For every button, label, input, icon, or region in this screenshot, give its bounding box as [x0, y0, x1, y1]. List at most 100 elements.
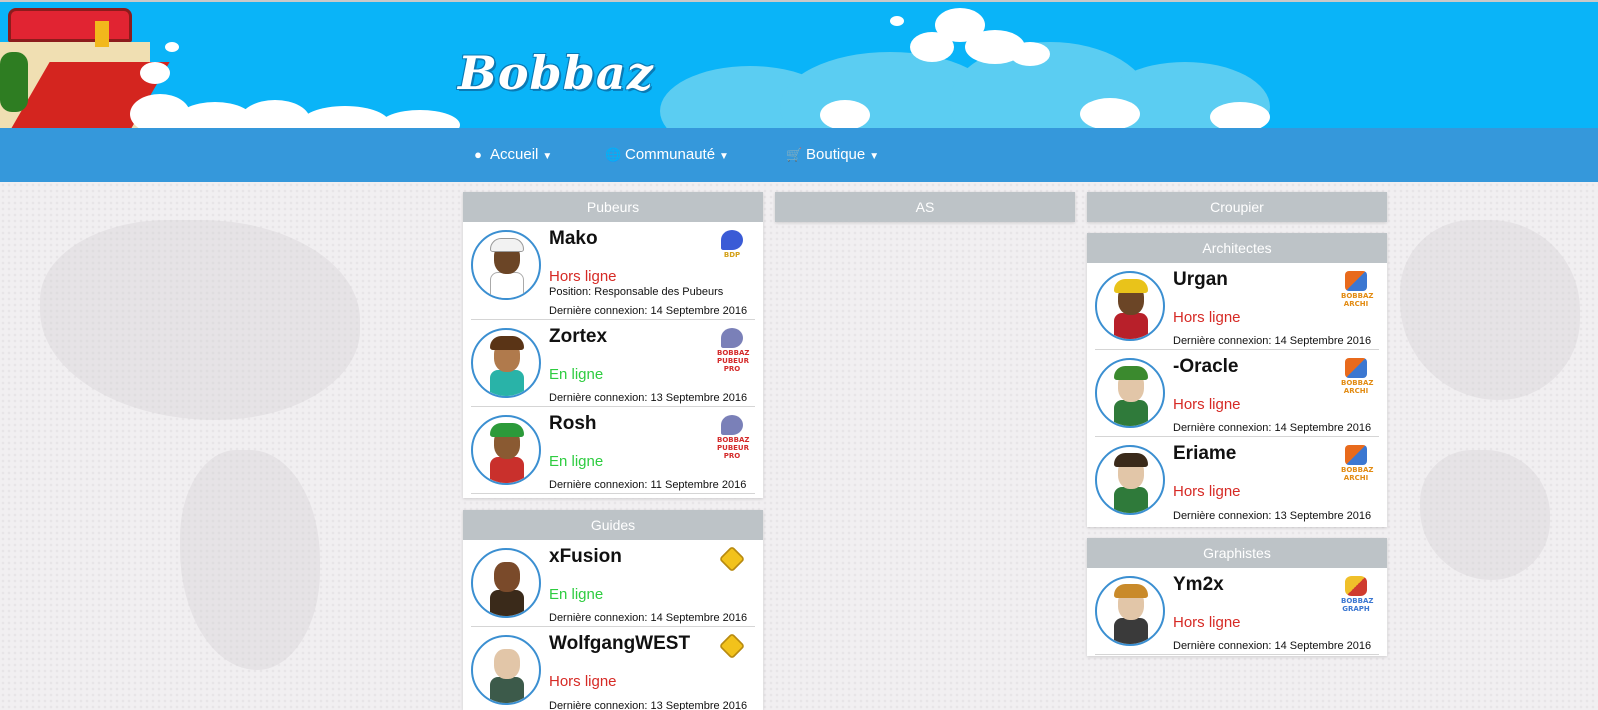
member-name[interactable]: -Oracle — [1173, 356, 1238, 378]
panel-as: AS — [775, 192, 1075, 222]
nav-communaute[interactable]: 🌐 Communauté ▼ — [605, 128, 729, 182]
avatar-hat — [1114, 279, 1148, 293]
member-name[interactable]: Zortex — [549, 326, 607, 348]
member-last-login: Dernière connexion: 13 Septembre 2016 — [1173, 510, 1372, 522]
guide-icon — [718, 632, 746, 660]
avatar — [471, 415, 541, 485]
site-logo[interactable]: Bobbaz — [458, 46, 654, 100]
badge-graph-icon: BOBBAZ GRAPH — [1341, 576, 1374, 613]
megaphone-icon — [721, 230, 743, 250]
badge-archi-icon: BOBBAZ ARCHI — [1341, 271, 1374, 308]
badge-pubeur-icon: BOBBAZ PUBEUR PRO — [717, 328, 749, 373]
avatar-cap — [490, 238, 524, 252]
nav-boutique[interactable]: 🛒 Boutique ▼ — [786, 128, 879, 182]
member-card[interactable]: -Oracle Hors ligne Dernière connexion: 1… — [1095, 350, 1379, 437]
member-card[interactable]: Urgan Hors ligne Dernière connexion: 14 … — [1095, 263, 1379, 350]
main-navbar: ● Accueil ▼ 🌐 Communauté ▼ 🛒 Boutique ▼ — [0, 128, 1598, 182]
avatar-head — [494, 562, 520, 592]
guide-icon — [718, 545, 746, 573]
avatar-hair — [1114, 453, 1148, 467]
member-card[interactable]: Zortex En ligne Dernière connexion: 13 S… — [471, 320, 755, 407]
badge-pubeur-icon: BOBBAZ PUBEUR PRO — [717, 415, 749, 460]
nav-accueil[interactable]: ● Accueil ▼ — [470, 128, 552, 182]
avatar-hat — [490, 423, 524, 437]
cloud-decoration — [1210, 102, 1270, 128]
panel-title: Pubeurs — [463, 192, 763, 222]
panel-title: Guides — [463, 510, 763, 540]
tools-icon — [1345, 271, 1367, 291]
cart-icon: 🛒 — [786, 147, 803, 162]
member-name[interactable]: xFusion — [549, 546, 622, 568]
member-name[interactable]: Rosh — [549, 413, 597, 435]
badge-text: BDP — [723, 251, 741, 259]
cloud-decoration — [1080, 98, 1140, 128]
badge-archi-icon: BOBBAZ ARCHI — [1341, 358, 1374, 395]
panel-croupier: Croupier — [1087, 192, 1387, 222]
member-status: Hors ligne — [1173, 396, 1241, 413]
cloud-decoration — [140, 62, 170, 84]
guide-badge-icon — [717, 545, 747, 582]
member-card[interactable]: WolfgangWEST Hors ligne Dernière connexi… — [471, 627, 755, 710]
megaphone-icon — [721, 328, 743, 348]
avatar-body — [490, 677, 524, 703]
panel-title: Croupier — [1087, 192, 1387, 222]
member-status: Hors ligne — [1173, 309, 1241, 326]
member-name[interactable]: Ym2x — [1173, 574, 1224, 596]
member-status: Hors ligne — [1173, 614, 1241, 631]
member-position: Position: Responsable des Pubeurs — [549, 286, 724, 298]
panel-guides: Guides xFusion En ligne Dernière connexi… — [463, 510, 763, 710]
megaphone-icon — [721, 415, 743, 435]
badge-bdp-icon: BDP — [717, 230, 747, 264]
avatar-body — [490, 457, 524, 483]
avatar — [1095, 445, 1165, 515]
nav-boutique-label: Boutique — [806, 146, 866, 163]
member-name[interactable]: Eriame — [1173, 443, 1236, 465]
globe-icon: 🌐 — [605, 147, 622, 162]
avatar — [471, 635, 541, 705]
panel-title: Architectes — [1087, 233, 1387, 263]
panel-graphistes: Graphistes Ym2x Hors ligne Dernière conn… — [1087, 538, 1387, 656]
member-status: Hors ligne — [549, 673, 617, 690]
member-last-login: Dernière connexion: 13 Septembre 2016 — [549, 700, 748, 710]
member-name[interactable]: WolfgangWEST — [549, 633, 690, 655]
hotel-awning — [8, 8, 132, 47]
member-name[interactable]: Urgan — [1173, 269, 1228, 291]
badge-text: BOBBAZ ARCHI — [1341, 292, 1374, 308]
avatar — [471, 230, 541, 300]
member-name[interactable]: Mako — [549, 228, 598, 250]
member-last-login: Dernière connexion: 14 Septembre 2016 — [1173, 335, 1372, 347]
member-card[interactable]: Eriame Hors ligne Dernière connexion: 13… — [1095, 437, 1379, 524]
member-card[interactable]: Mako Hors ligne Position: Responsable de… — [471, 222, 755, 320]
member-last-login: Dernière connexion: 11 Septembre 2016 — [549, 479, 747, 491]
member-card[interactable]: Ym2x Hors ligne Dernière connexion: 14 S… — [1095, 568, 1379, 655]
badge-archi-icon: BOBBAZ ARCHI — [1341, 445, 1374, 482]
member-card[interactable]: Rosh En ligne Dernière connexion: 11 Sep… — [471, 407, 755, 494]
badge-text: BOBBAZ ARCHI — [1341, 379, 1374, 395]
member-status: En ligne — [549, 453, 604, 470]
cloud-decoration — [1010, 42, 1050, 66]
bush-decoration — [0, 52, 28, 112]
member-last-login: Dernière connexion: 14 Septembre 2016 — [549, 305, 748, 317]
caret-down-icon: ▼ — [719, 151, 729, 162]
avatar-body — [1114, 618, 1148, 644]
guide-badge-icon — [717, 632, 747, 669]
avatar — [471, 548, 541, 618]
member-card[interactable]: xFusion En ligne Dernière connexion: 14 … — [471, 540, 755, 627]
panel-architectes: Architectes Urgan Hors ligne Dernière co… — [1087, 233, 1387, 527]
avatar-body — [490, 590, 524, 616]
avatar-body — [1114, 313, 1148, 339]
caret-down-icon: ▼ — [542, 151, 553, 162]
avatar-hair — [490, 336, 524, 350]
member-status: Hors ligne — [1173, 483, 1241, 500]
hotel-sign — [95, 21, 109, 47]
badge-text: BOBBAZ GRAPH — [1341, 597, 1374, 613]
cloud-decoration — [820, 100, 870, 128]
avatar — [471, 328, 541, 398]
badge-text: BOBBAZ ARCHI — [1341, 466, 1374, 482]
avatar — [1095, 358, 1165, 428]
tools-icon — [1345, 358, 1367, 378]
badge-text: BOBBAZ PUBEUR PRO — [717, 349, 750, 373]
header-banner: Bobbaz — [0, 0, 1598, 128]
badge-text: BOBBAZ PUBEUR PRO — [717, 436, 750, 460]
paintbrush-icon — [1345, 576, 1367, 596]
